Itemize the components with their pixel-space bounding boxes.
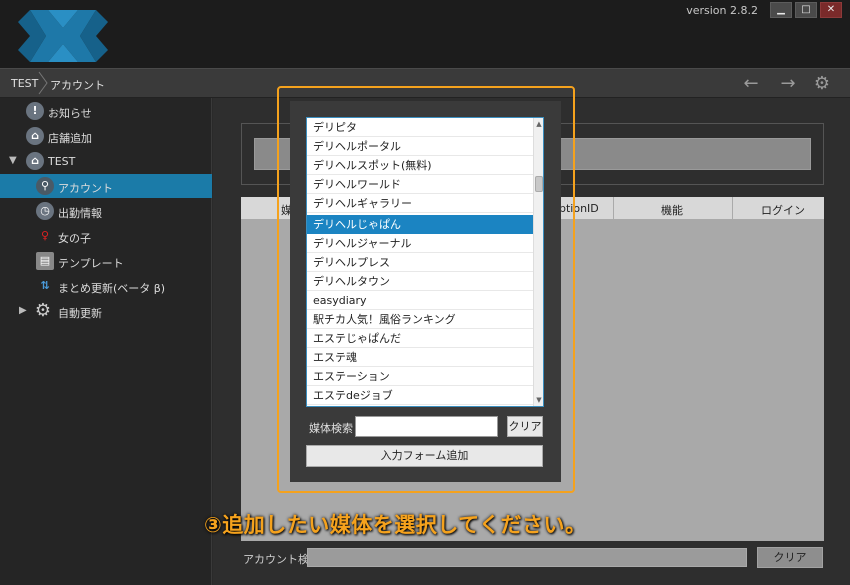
clock-icon: ◷ — [36, 202, 54, 220]
scroll-down-icon[interactable]: ▼ — [534, 395, 543, 405]
list-item[interactable]: デリヘルプレス — [307, 253, 533, 272]
sidebar-item-account[interactable]: ⚲ アカウント — [0, 174, 212, 198]
sidebar-item-auto-update[interactable]: ▶ ⚙ 自動更新 — [0, 299, 212, 323]
sidebar-item-label: テンプレート — [58, 257, 124, 270]
sidebar-item-label: お知らせ — [48, 107, 92, 120]
list-item[interactable]: デリピタ — [307, 118, 533, 137]
store-icon: ⌂ — [26, 152, 44, 170]
list-item[interactable]: エステじゃぱんだ — [307, 329, 533, 348]
account-clear-button[interactable]: クリア — [757, 547, 823, 568]
sidebar-item-label: まとめ更新(ベータ β) — [58, 282, 166, 295]
column-function[interactable]: 機能 — [661, 202, 683, 218]
arrow-right-icon[interactable]: → — [776, 73, 800, 95]
scrollbar-thumb[interactable] — [535, 176, 543, 192]
sidebar-item-test[interactable]: ▼ ⌂ TEST — [0, 149, 212, 173]
sidebar-item-notice[interactable]: ! お知らせ — [0, 99, 212, 123]
list-item[interactable]: デリヘルワールド — [307, 175, 533, 194]
add-input-form-button[interactable]: 入力フォーム追加 — [306, 445, 543, 467]
column-divider — [613, 197, 614, 219]
list-item[interactable]: 駅チカ人気！風俗ランキング — [307, 310, 533, 329]
scroll-up-icon[interactable]: ▲ — [534, 119, 543, 129]
media-search-input[interactable] — [355, 416, 498, 437]
account-search-input[interactable] — [307, 548, 747, 567]
sidebar-item-label: TEST — [48, 155, 76, 168]
template-icon: ▤ — [36, 252, 54, 270]
list-scrollbar[interactable]: ▲ ▼ — [533, 118, 543, 406]
media-clear-button[interactable]: クリア — [507, 416, 543, 437]
sidebar: ! お知らせ ⌂ 店舗追加 ▼ ⌂ TEST ⚲ アカウント ◷ 出勤情報 ♀ … — [0, 98, 212, 585]
auto-update-gear-icon: ⚙ — [34, 300, 52, 321]
breadcrumb-item-test[interactable]: TEST — [11, 77, 38, 90]
list-item[interactable]: エステdeジョブ — [307, 386, 533, 405]
list-item[interactable]: エステ魂 — [307, 348, 533, 367]
sidebar-item-add-store[interactable]: ⌂ 店舗追加 — [0, 124, 212, 148]
arrow-left-icon[interactable]: ← — [739, 73, 763, 95]
version-label: version 2.8.2 — [686, 4, 758, 17]
list-item[interactable]: エステーション — [307, 367, 533, 386]
sidebar-item-bulk-update[interactable]: ⇅ まとめ更新(ベータ β) — [0, 274, 212, 298]
girl-icon: ♀ — [40, 229, 50, 242]
minimize-button[interactable]: ▁ — [770, 2, 792, 18]
sidebar-item-template[interactable]: ▤ テンプレート — [0, 249, 212, 273]
list-item[interactable]: easydiary — [307, 291, 533, 310]
bulk-update-icon: ⇅ — [40, 279, 50, 292]
media-listbox[interactable]: デリピタ デリヘルポータル デリヘルスポット(無料) デリヘルワールド デリヘル… — [306, 117, 544, 407]
expand-right-icon[interactable]: ▶ — [19, 305, 27, 316]
title-bar: version 2.8.2 ▁ □ ✕ — [0, 0, 850, 68]
store-add-icon: ⌂ — [26, 127, 44, 145]
wrench-icon: ⚲ — [36, 177, 54, 195]
sidebar-item-label: アカウント — [58, 182, 113, 195]
sidebar-item-label: 自動更新 — [58, 307, 102, 320]
maximize-button[interactable]: □ — [795, 2, 817, 18]
expand-down-icon[interactable]: ▼ — [9, 155, 17, 166]
breadcrumb-item-account[interactable]: アカウント — [50, 77, 105, 93]
column-login[interactable]: ログイン — [761, 202, 805, 218]
list-item[interactable]: デリヘルタウン — [307, 272, 533, 291]
breadcrumb-separator-icon — [38, 71, 48, 95]
sidebar-item-label: 出勤情報 — [58, 207, 102, 220]
close-button[interactable]: ✕ — [820, 2, 842, 18]
instruction-text: ③追加したい媒体を選択してください。 — [204, 513, 587, 537]
sidebar-item-label: 女の子 — [58, 232, 91, 245]
sidebar-item-attendance[interactable]: ◷ 出勤情報 — [0, 199, 212, 223]
list-item[interactable]: デリヘルギャラリー — [307, 194, 533, 213]
sidebar-item-girls[interactable]: ♀ 女の子 — [0, 224, 212, 248]
sidebar-item-label: 店舗追加 — [48, 132, 92, 145]
list-item[interactable]: デリヘルポータル — [307, 137, 533, 156]
column-divider — [732, 197, 733, 219]
app-logo — [18, 10, 108, 62]
gear-icon[interactable]: ⚙ — [810, 73, 834, 95]
list-item[interactable]: デリヘルジャーナル — [307, 234, 533, 253]
info-icon: ! — [26, 102, 44, 120]
list-item[interactable]: デリヘルスポット(無料) — [307, 156, 533, 175]
media-search-label: 媒体検索 — [309, 422, 353, 435]
list-item-selected[interactable]: デリヘルじゃぱん — [307, 215, 533, 234]
